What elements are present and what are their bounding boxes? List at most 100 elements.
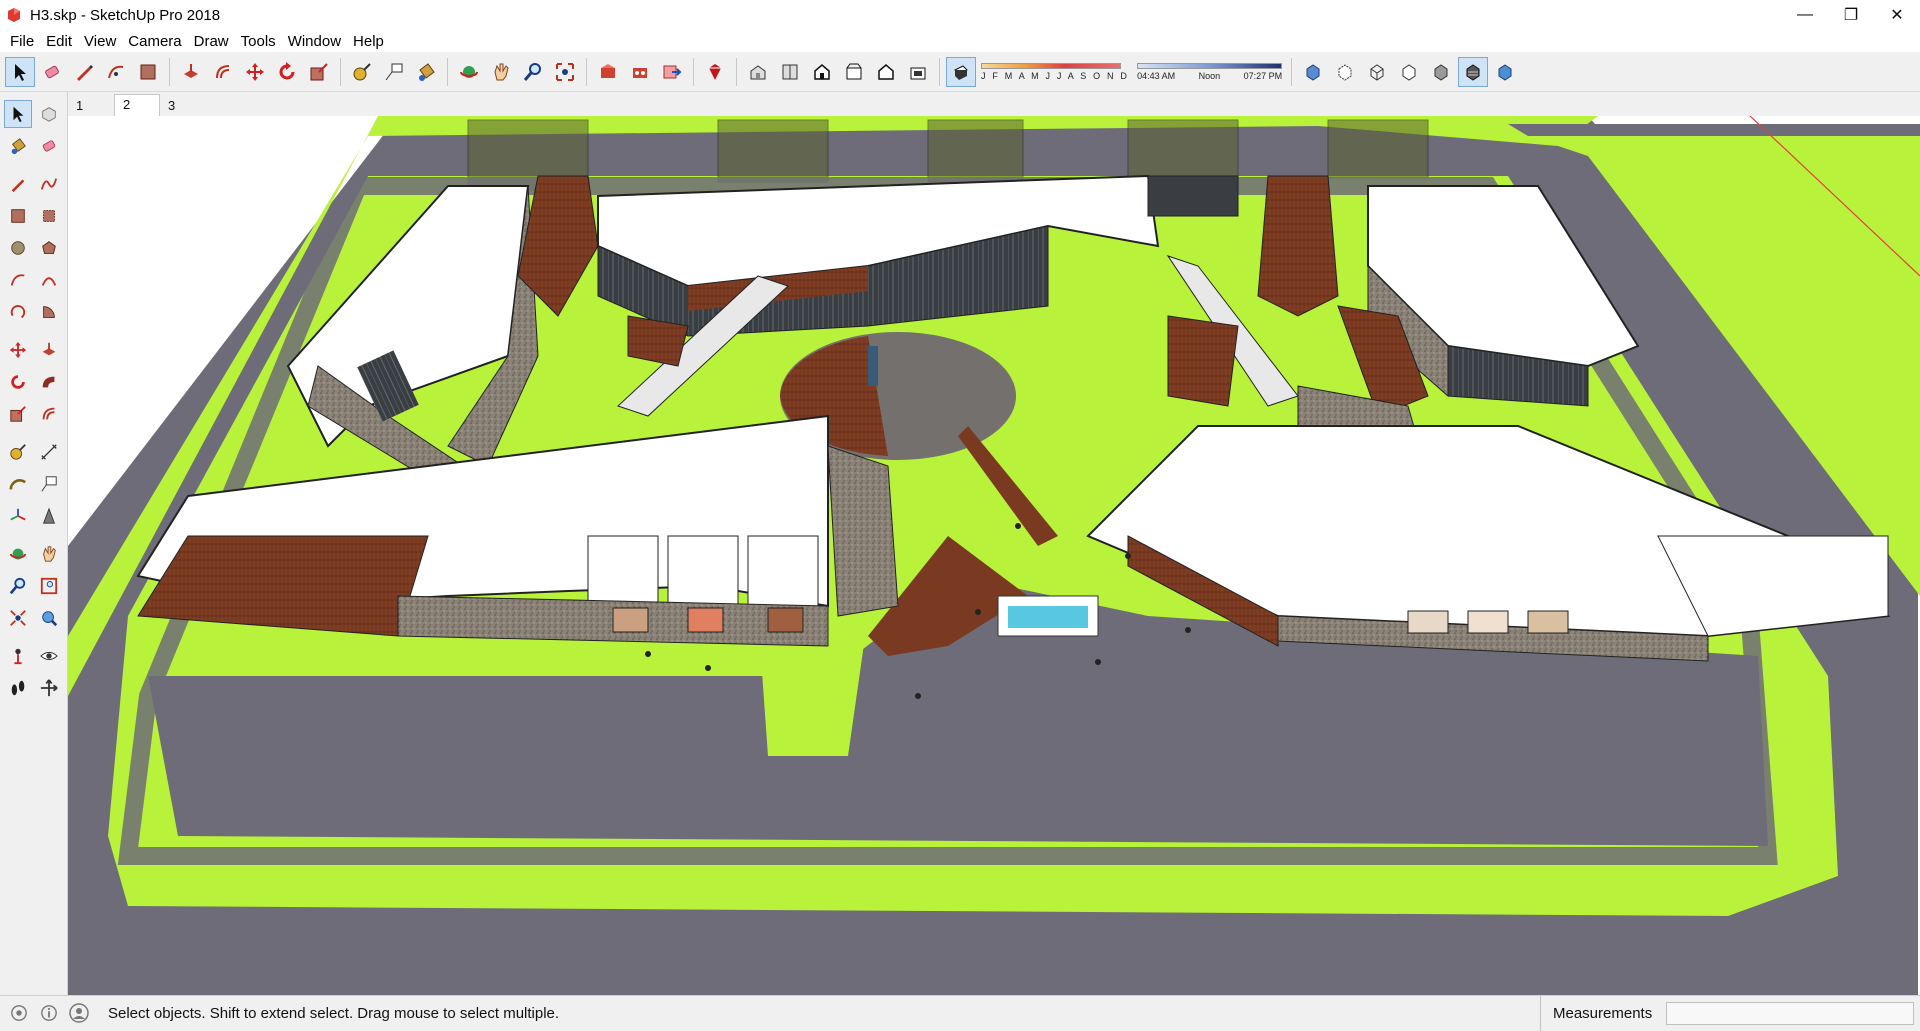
move-button[interactable] bbox=[4, 336, 32, 364]
ruby-console-button[interactable] bbox=[700, 57, 730, 87]
menu-camera[interactable]: Camera bbox=[122, 33, 187, 50]
month-slider-bar[interactable] bbox=[981, 62, 1121, 69]
time-slider-bar[interactable] bbox=[1137, 62, 1283, 69]
zoom-tool-button[interactable] bbox=[518, 57, 548, 87]
scale-button[interactable] bbox=[4, 400, 32, 428]
monochrome-style-button[interactable] bbox=[1490, 57, 1520, 87]
polygon-button[interactable] bbox=[36, 234, 64, 262]
zoom-button[interactable] bbox=[4, 572, 32, 600]
orbit-tool-button[interactable] bbox=[454, 57, 484, 87]
select-button[interactable] bbox=[4, 100, 32, 128]
extension-warehouse-button[interactable] bbox=[625, 57, 655, 87]
rectangle-button[interactable] bbox=[4, 202, 32, 230]
shadow-time-slider[interactable]: 04:43 AM Noon 07:27 PM bbox=[1137, 56, 1283, 88]
user-account-icon[interactable] bbox=[68, 1002, 90, 1024]
send-to-layout-button[interactable] bbox=[657, 57, 687, 87]
geolocation-icon[interactable] bbox=[8, 1002, 30, 1024]
walk-button[interactable] bbox=[4, 674, 32, 702]
rotated-rectangle-button[interactable] bbox=[36, 202, 64, 230]
orbit-button[interactable] bbox=[4, 540, 32, 568]
xray-style-button[interactable] bbox=[1298, 57, 1328, 87]
dimension-button[interactable] bbox=[36, 438, 64, 466]
tape-measure-button[interactable] bbox=[4, 438, 32, 466]
left-view-button[interactable] bbox=[903, 57, 933, 87]
pan-button[interactable] bbox=[36, 540, 64, 568]
menu-view[interactable]: View bbox=[78, 33, 122, 50]
pan-tool-button[interactable] bbox=[486, 57, 516, 87]
zoom-window-button[interactable] bbox=[36, 572, 64, 600]
three-point-arc-button[interactable] bbox=[4, 298, 32, 326]
model-viewport[interactable] bbox=[68, 116, 1920, 995]
measurements-input[interactable] bbox=[1666, 1002, 1914, 1025]
shape-tool-button[interactable] bbox=[133, 57, 163, 87]
offset-button[interactable] bbox=[36, 400, 64, 428]
position-camera-button[interactable] bbox=[4, 642, 32, 670]
push-pull-tool-button[interactable] bbox=[176, 57, 206, 87]
scene-tabs: 1 2 3 bbox=[68, 92, 1920, 116]
shaded-textures-style-button[interactable] bbox=[1458, 56, 1489, 87]
back-edges-button[interactable] bbox=[1330, 57, 1360, 87]
shaded-style-button[interactable] bbox=[1426, 57, 1456, 87]
3d-text-button[interactable] bbox=[36, 502, 64, 530]
circle-button[interactable] bbox=[4, 234, 32, 262]
text-button[interactable] bbox=[36, 470, 64, 498]
push-pull-button[interactable] bbox=[36, 336, 64, 364]
right-view-button[interactable] bbox=[839, 57, 869, 87]
eraser-tool-button[interactable] bbox=[37, 57, 67, 87]
credits-info-icon[interactable] bbox=[38, 1002, 60, 1024]
scene-tab-3[interactable]: 3 bbox=[160, 94, 206, 116]
protractor-button[interactable] bbox=[4, 470, 32, 498]
move-tool-button[interactable] bbox=[240, 57, 270, 87]
look-around-button[interactable] bbox=[36, 642, 64, 670]
two-point-arc-button[interactable] bbox=[36, 266, 64, 294]
wireframe-style-button[interactable] bbox=[1362, 57, 1392, 87]
zoom-extents-button[interactable] bbox=[550, 57, 580, 87]
menu-help[interactable]: Help bbox=[347, 33, 390, 50]
paint-bucket-button[interactable] bbox=[4, 132, 32, 160]
iso-view-button[interactable] bbox=[743, 57, 773, 87]
pie-button[interactable] bbox=[36, 298, 64, 326]
menu-window[interactable]: Window bbox=[282, 33, 347, 50]
menu-draw[interactable]: Draw bbox=[188, 33, 235, 50]
menu-edit[interactable]: Edit bbox=[40, 33, 78, 50]
arc-button[interactable] bbox=[4, 266, 32, 294]
shadows-toggle-button[interactable] bbox=[946, 56, 976, 87]
previous-view-button[interactable] bbox=[36, 604, 64, 632]
month-labels: J F M A M J J A S O N D bbox=[981, 70, 1130, 81]
axes-button[interactable] bbox=[4, 502, 32, 530]
top-view-button[interactable] bbox=[775, 57, 805, 87]
hidden-line-style-button[interactable] bbox=[1394, 57, 1424, 87]
line-button[interactable] bbox=[4, 170, 32, 198]
select-tool-button[interactable] bbox=[5, 56, 35, 87]
make-component-button[interactable] bbox=[36, 100, 64, 128]
shadow-box-icon bbox=[954, 64, 968, 80]
freehand-button[interactable] bbox=[36, 170, 64, 198]
line-tool-button[interactable] bbox=[69, 57, 99, 87]
tape-measure-button[interactable] bbox=[347, 57, 377, 87]
offset-tool-button[interactable] bbox=[208, 57, 238, 87]
close-button[interactable]: ✕ bbox=[1874, 0, 1920, 30]
scene-tab-2[interactable]: 2 bbox=[114, 94, 160, 116]
axes-icon bbox=[10, 508, 26, 521]
rotate-tool-button[interactable] bbox=[272, 57, 302, 87]
section-plane-button[interactable] bbox=[36, 674, 64, 702]
menu-file[interactable]: File bbox=[4, 33, 40, 50]
arc-tool-button[interactable] bbox=[101, 57, 131, 87]
scene-tab-1[interactable]: 1 bbox=[68, 94, 114, 116]
back-view-button[interactable] bbox=[871, 57, 901, 87]
maximize-button[interactable]: ❐ bbox=[1828, 0, 1874, 30]
eraser-button[interactable] bbox=[36, 132, 64, 160]
model-canvas[interactable] bbox=[68, 116, 1920, 995]
paint-bucket-button[interactable] bbox=[411, 57, 441, 87]
front-view-button[interactable] bbox=[807, 57, 837, 87]
shadow-date-slider[interactable]: J F M A M J J A S O N D bbox=[981, 56, 1129, 88]
minimize-button[interactable]: — bbox=[1782, 0, 1828, 30]
scale-tool-button[interactable] bbox=[304, 57, 334, 87]
3d-warehouse-button[interactable] bbox=[593, 57, 623, 87]
menu-tools[interactable]: Tools bbox=[235, 33, 282, 50]
rotate-button[interactable] bbox=[4, 368, 32, 396]
zoom-extents-button[interactable] bbox=[4, 604, 32, 632]
follow-me-button[interactable] bbox=[36, 368, 64, 396]
dimension-tool-button[interactable] bbox=[379, 57, 409, 87]
left-toolbar bbox=[0, 92, 68, 995]
